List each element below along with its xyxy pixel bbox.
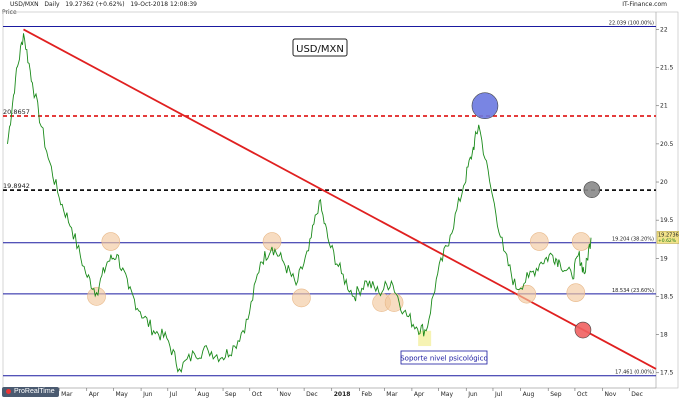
fibonacci-level-label: 22.039 (100.00%) [609,20,654,26]
y-tick-label: 21.5 [660,65,674,72]
x-tick-label: 2018 [334,391,351,398]
highlight-marker [471,92,499,120]
highlight-marker [574,321,592,339]
logo-dot-icon [6,388,11,394]
highlight-marker [292,288,311,308]
x-tick-label: Dec [631,391,643,398]
current-change-label: +0.62% [658,238,677,244]
x-tick-label: Aug [197,391,209,398]
price-series-line [7,33,592,373]
dashed-level-label: 20.8657 [3,108,30,116]
x-tick-label: Dec [306,391,318,398]
x-tick-label: Sep [550,391,562,398]
fibonacci-level-label: 17.461 (0.00%) [615,370,654,376]
x-tick-label: Sep [225,391,237,398]
x-tick-label: Mar [386,391,398,398]
highlight-marker [583,181,601,198]
y-tick-label: 21 [660,103,668,110]
fibonacci-level-label: 19.204 (38.20%) [612,237,654,243]
prorealtime-logo: ProRealTime [2,387,59,397]
x-tick-label: Jul [169,391,178,398]
highlight-marker [101,232,121,251]
y-tick-label: 20.5 [660,141,674,148]
x-tick-label: Apr [414,391,425,398]
highlight-marker [571,232,591,251]
y-tick-label: 22 [660,26,668,33]
y-tick-label: 18 [660,332,668,339]
x-tick-label: Oct [252,391,263,398]
x-tick-label: Mar [61,391,73,398]
y-tick-label: 20 [660,179,668,186]
x-tick-label: Jun [467,391,478,398]
y-tick-label: 19.5 [660,217,674,224]
x-tick-label: Nov [605,391,617,398]
highlight-marker [566,283,586,302]
fibonacci-level-label: 18.534 (23.60%) [612,288,654,294]
x-tick-label: May [441,391,454,398]
current-price-label: 19.27362 [658,232,679,238]
x-tick-label: Jul [494,391,503,398]
x-tick-label: Nov [279,391,291,398]
plot-area: 17.51818.51919.52020.52121.5222017FebMar… [2,11,679,398]
x-tick-label: Jun [142,391,153,398]
dashed-level-label: 19.8942 [3,182,30,190]
annotation-text: Soporte nivel psicológico [400,355,488,363]
x-tick-label: Feb [361,391,372,398]
x-tick-label: Oct [577,391,588,398]
y-tick-label: 17.5 [660,370,674,377]
logo-text: ProRealTime [14,388,55,395]
x-tick-label: May [115,391,128,398]
downtrend-line [23,28,657,370]
highlight-marker [87,287,106,306]
chart: USD/MXN Daily 19.27362 (+0.62%) 19-Oct-2… [0,0,679,407]
highlight-marker [529,232,549,251]
y-tick-label: 18.5 [660,293,674,300]
y-tick-label: 19 [660,255,668,262]
chart-title: USD/MXN [296,44,344,55]
x-tick-label: Apr [89,391,100,398]
x-tick-label: Aug [523,391,535,398]
